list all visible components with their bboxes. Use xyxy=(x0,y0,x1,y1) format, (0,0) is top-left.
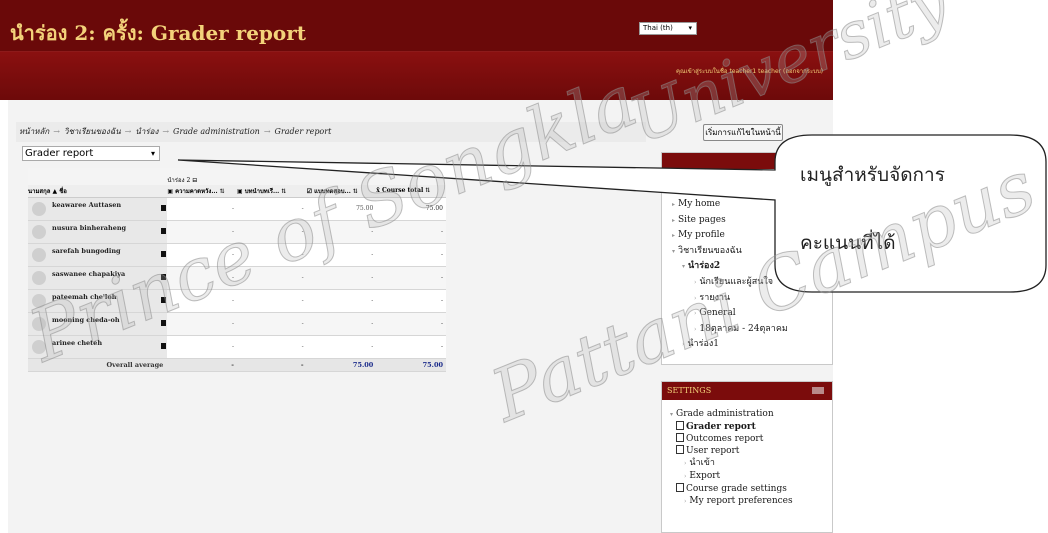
moodle-page: นำร่อง 2: ครั้ง: Grader report Thai (th)… xyxy=(0,0,1048,533)
callout-shape xyxy=(177,134,1047,293)
callout-bubble xyxy=(177,134,1047,293)
callout-text-line2: คะแนนที่ได้ xyxy=(800,232,896,254)
callout-text-line1: เมนูสำหรับจัดการ xyxy=(800,164,945,186)
